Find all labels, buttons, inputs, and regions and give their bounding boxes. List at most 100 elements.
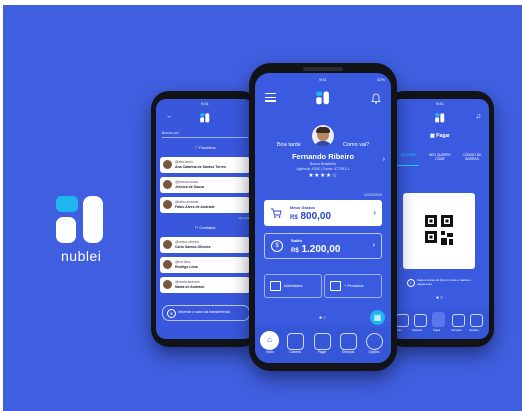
pay-title: ▦ Pagar — [429, 133, 451, 139]
contact-handle: @ana.bento — [175, 160, 194, 164]
status-time: 9:41 — [319, 77, 327, 82]
contact-item[interactable]: @carlos.oliveira Carlo Santos Oliveira — [160, 237, 250, 253]
tab-qr-code[interactable]: QR CODE — [395, 153, 421, 157]
phone-contacts: 9:41 ← Buscar por ♡ Favoritos @ana.bento… — [151, 91, 259, 347]
contact-handle: @carlos.oliveira — [175, 240, 199, 244]
expenses-card[interactable]: Meus Gastos R$ 800,00 › — [264, 200, 382, 226]
transfer-amount-input[interactable]: $ Informar o valor da transferência — [162, 305, 250, 321]
nav-label: Opções — [368, 350, 380, 354]
greeting-left: Boa tarde — [277, 142, 301, 148]
speaker-notch — [303, 67, 343, 71]
contact-name: Rodrigo Lima — [175, 265, 198, 269]
nav-pay-button[interactable] — [314, 333, 331, 350]
dollar-circle-icon: $ — [271, 240, 283, 252]
avatar — [163, 260, 172, 269]
search-input[interactable]: Buscar por — [162, 131, 248, 138]
contact-handle: @marta.andrade — [175, 280, 200, 284]
expenses-value: R$ 800,00 — [290, 211, 331, 222]
tab-neo-querry-code[interactable]: NEO QUERRY CODE — [427, 153, 453, 161]
contacts-screen: 9:41 ← Buscar por ♡ Favoritos @ana.bento… — [156, 99, 254, 339]
avatar — [163, 200, 172, 209]
nav-label: Carteira — [289, 350, 301, 354]
products-button[interactable]: + Produtos — [324, 274, 382, 298]
avatar — [163, 160, 172, 169]
nav-label: Pagar — [433, 328, 441, 332]
contacts-label: Contatos — [199, 225, 216, 230]
favorites-heading: ♡ Favoritos — [194, 145, 216, 150]
bell-icon[interactable] — [371, 93, 381, 104]
tab-barcode[interactable]: CÓDIGO DE BARRAS — [459, 153, 485, 161]
phone-pay: 9:41 ♫ ▦ Pagar QR CODE NEO QUERRY CODE C… — [386, 91, 494, 347]
nav-label: Início — [266, 350, 274, 354]
app-logo-icon — [435, 113, 445, 123]
profile-chevron-icon[interactable]: › — [383, 156, 385, 163]
contact-name: Carlo Santos Oliveira — [175, 245, 211, 249]
account-info: Agência: 4345 | Conta: 477391-1 — [296, 167, 350, 171]
nav-services-button[interactable] — [452, 314, 465, 327]
menu-icon[interactable] — [265, 93, 276, 102]
bank-name: Banco Brasileiro — [309, 162, 337, 166]
nav-label: Carteira — [412, 328, 422, 332]
contact-name: Jéssica de Souza — [175, 185, 204, 189]
expenses-label: Meus Gastos — [290, 205, 315, 210]
greeting-right: Como vai? — [343, 142, 370, 148]
status-battery: 42% — [376, 77, 385, 82]
contact-handle: @fabio.andrade — [175, 200, 199, 204]
expenses-amount: 800,00 — [300, 211, 332, 222]
contact-name: Fábio Alves de Andrade — [175, 205, 215, 209]
balance-value: R$ 1.200,00 — [291, 244, 340, 255]
bottom-nav: Início Carteira Pagar Serviços Opções — [391, 309, 489, 339]
activities-label: Atividades — [284, 283, 303, 288]
showcase-background: nublei 9:41 ← Buscar por ♡ Favoritos @an… — [3, 5, 522, 411]
balance-card[interactable]: $ Saldo R$ 1.200,00 › — [264, 233, 382, 259]
bell-icon[interactable]: ♫ — [476, 113, 481, 120]
pay-screen: 9:41 ♫ ▦ Pagar QR CODE NEO QUERRY CODE C… — [391, 99, 489, 339]
transfer-input-label: Informar o valor da transferência — [178, 310, 230, 314]
contact-handle: @jessica.sousa — [175, 180, 199, 184]
balance-amount: 1.200,00 — [301, 244, 341, 255]
date-label: 12/03/2019 — [364, 193, 382, 197]
page-dots: ●○ — [318, 315, 328, 321]
contact-name: Marta de Andrade — [175, 285, 205, 289]
home-icon: ⌂ — [267, 335, 272, 344]
chevron-right-icon: › — [372, 240, 375, 249]
nav-pay-button[interactable] — [432, 312, 445, 327]
rating-stars: ★★★★☆ — [308, 173, 338, 179]
page-dots: ●○ — [435, 295, 445, 301]
activities-button[interactable]: Atividades — [264, 274, 322, 298]
currency: R$ — [290, 215, 298, 221]
favorite-item[interactable]: @fabio.andrade Fábio Alves de Andrade — [160, 197, 250, 213]
favorite-item[interactable]: @ana.bento Ana Catarina de Santos Torres — [160, 157, 250, 173]
cart-icon — [271, 208, 282, 218]
contact-name: Ana Catarina de Santos Torres — [175, 165, 226, 169]
back-arrow-icon[interactable]: ← — [166, 113, 173, 120]
nav-home-button[interactable] — [396, 314, 409, 327]
contact-item[interactable]: @marta.andrade Marta de Andrade — [160, 277, 250, 293]
nav-label: Pagar — [317, 350, 327, 354]
contact-item[interactable]: @rod.lima Rodrigo Lima — [160, 257, 250, 273]
nav-wallet-button[interactable] — [414, 314, 427, 327]
avatar — [163, 240, 172, 249]
balance-label: Saldo — [291, 238, 302, 243]
shop-icon — [330, 281, 341, 291]
nav-services-button[interactable] — [340, 333, 357, 350]
pay-title-text: Pagar — [436, 133, 451, 139]
contact-handle: @rod.lima — [175, 260, 191, 264]
avatar — [163, 180, 172, 189]
avatar[interactable] — [312, 125, 334, 147]
home-screen: 9:41 42% Boa tarde Como vai? Fernando Ri… — [255, 73, 391, 363]
chevron-right-icon: › — [373, 208, 376, 217]
app-logo-icon — [200, 113, 210, 123]
favorite-item[interactable]: @jessica.sousa Jéssica de Souza — [160, 177, 250, 193]
nav-options-button[interactable] — [366, 333, 383, 350]
brand-name: nublei — [61, 248, 102, 264]
contacts-heading: ⚇ Contatos — [194, 225, 216, 230]
nav-wallet-button[interactable] — [287, 333, 304, 350]
nav-options-button[interactable] — [470, 314, 483, 327]
products-label: + Produtos — [344, 283, 364, 288]
pay-hint: Faça a leitura do Quero Code e realize o… — [417, 278, 472, 286]
qr-code-frame — [403, 193, 475, 269]
nav-label: Opções — [469, 328, 479, 332]
dollar-circle-icon: $ — [167, 309, 176, 318]
qr-code-icon — [425, 215, 453, 245]
